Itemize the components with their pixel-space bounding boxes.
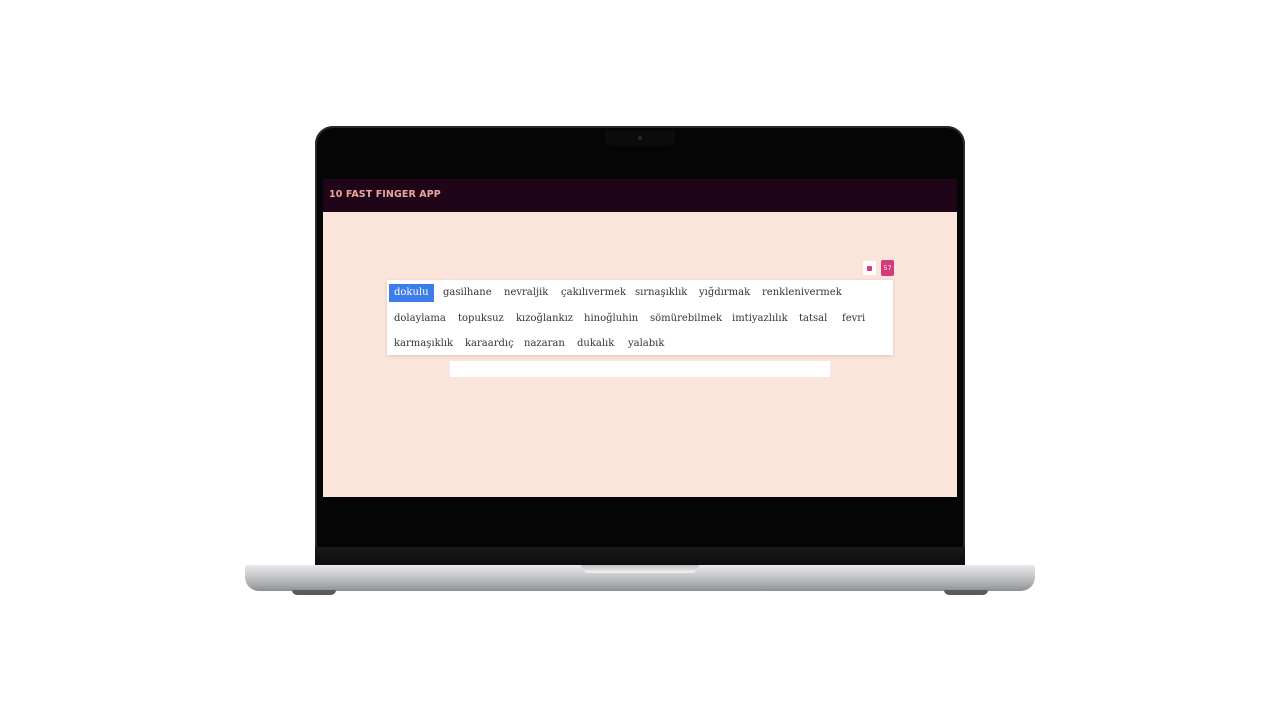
word: yığdırmak bbox=[699, 287, 751, 298]
timer-badge: 57 bbox=[881, 260, 894, 276]
word: hinoğluhin bbox=[584, 313, 639, 324]
test-controls: 57 bbox=[863, 260, 895, 276]
app-title: 10 FAST FINGER APP bbox=[329, 189, 441, 200]
word: renklenivermek bbox=[762, 287, 842, 298]
word: fevri bbox=[842, 313, 866, 324]
word: karmaşıklık bbox=[394, 338, 454, 349]
app-screen: 10 FAST FINGER APP 57 dokulu gasilhane n… bbox=[323, 179, 957, 497]
laptop-base-opening bbox=[581, 565, 699, 573]
word-list: dokulu gasilhane nevraljik çakılıvermek … bbox=[387, 280, 893, 355]
laptop-foot-right bbox=[944, 590, 988, 595]
word: yalabık bbox=[628, 338, 665, 349]
laptop-foot-left bbox=[292, 590, 336, 595]
word: imtiyazlılık bbox=[732, 313, 788, 324]
stop-square-icon bbox=[867, 266, 872, 271]
app-header: 10 FAST FINGER APP bbox=[323, 179, 957, 212]
word: topuksuz bbox=[458, 313, 504, 324]
word: sırnaşıklık bbox=[635, 287, 688, 298]
word: dolaylama bbox=[394, 313, 446, 324]
word: nazaran bbox=[524, 338, 565, 349]
word: nevraljik bbox=[504, 287, 549, 298]
word: dukalık bbox=[577, 338, 615, 349]
word: sömürebilmek bbox=[650, 313, 723, 324]
word: karaardıç bbox=[465, 338, 514, 349]
word: tatsal bbox=[799, 313, 828, 324]
stop-button[interactable] bbox=[863, 261, 876, 275]
current-word: dokulu bbox=[389, 284, 434, 302]
typing-input[interactable] bbox=[450, 361, 830, 377]
webcam-icon bbox=[638, 136, 642, 140]
word: kızoğlankız bbox=[516, 313, 574, 324]
laptop-hinge bbox=[315, 547, 965, 566]
word: çakılıvermek bbox=[561, 287, 627, 298]
word: gasilhane bbox=[443, 287, 492, 298]
laptop-mockup-scene: 10 FAST FINGER APP 57 dokulu gasilhane n… bbox=[0, 0, 1280, 720]
